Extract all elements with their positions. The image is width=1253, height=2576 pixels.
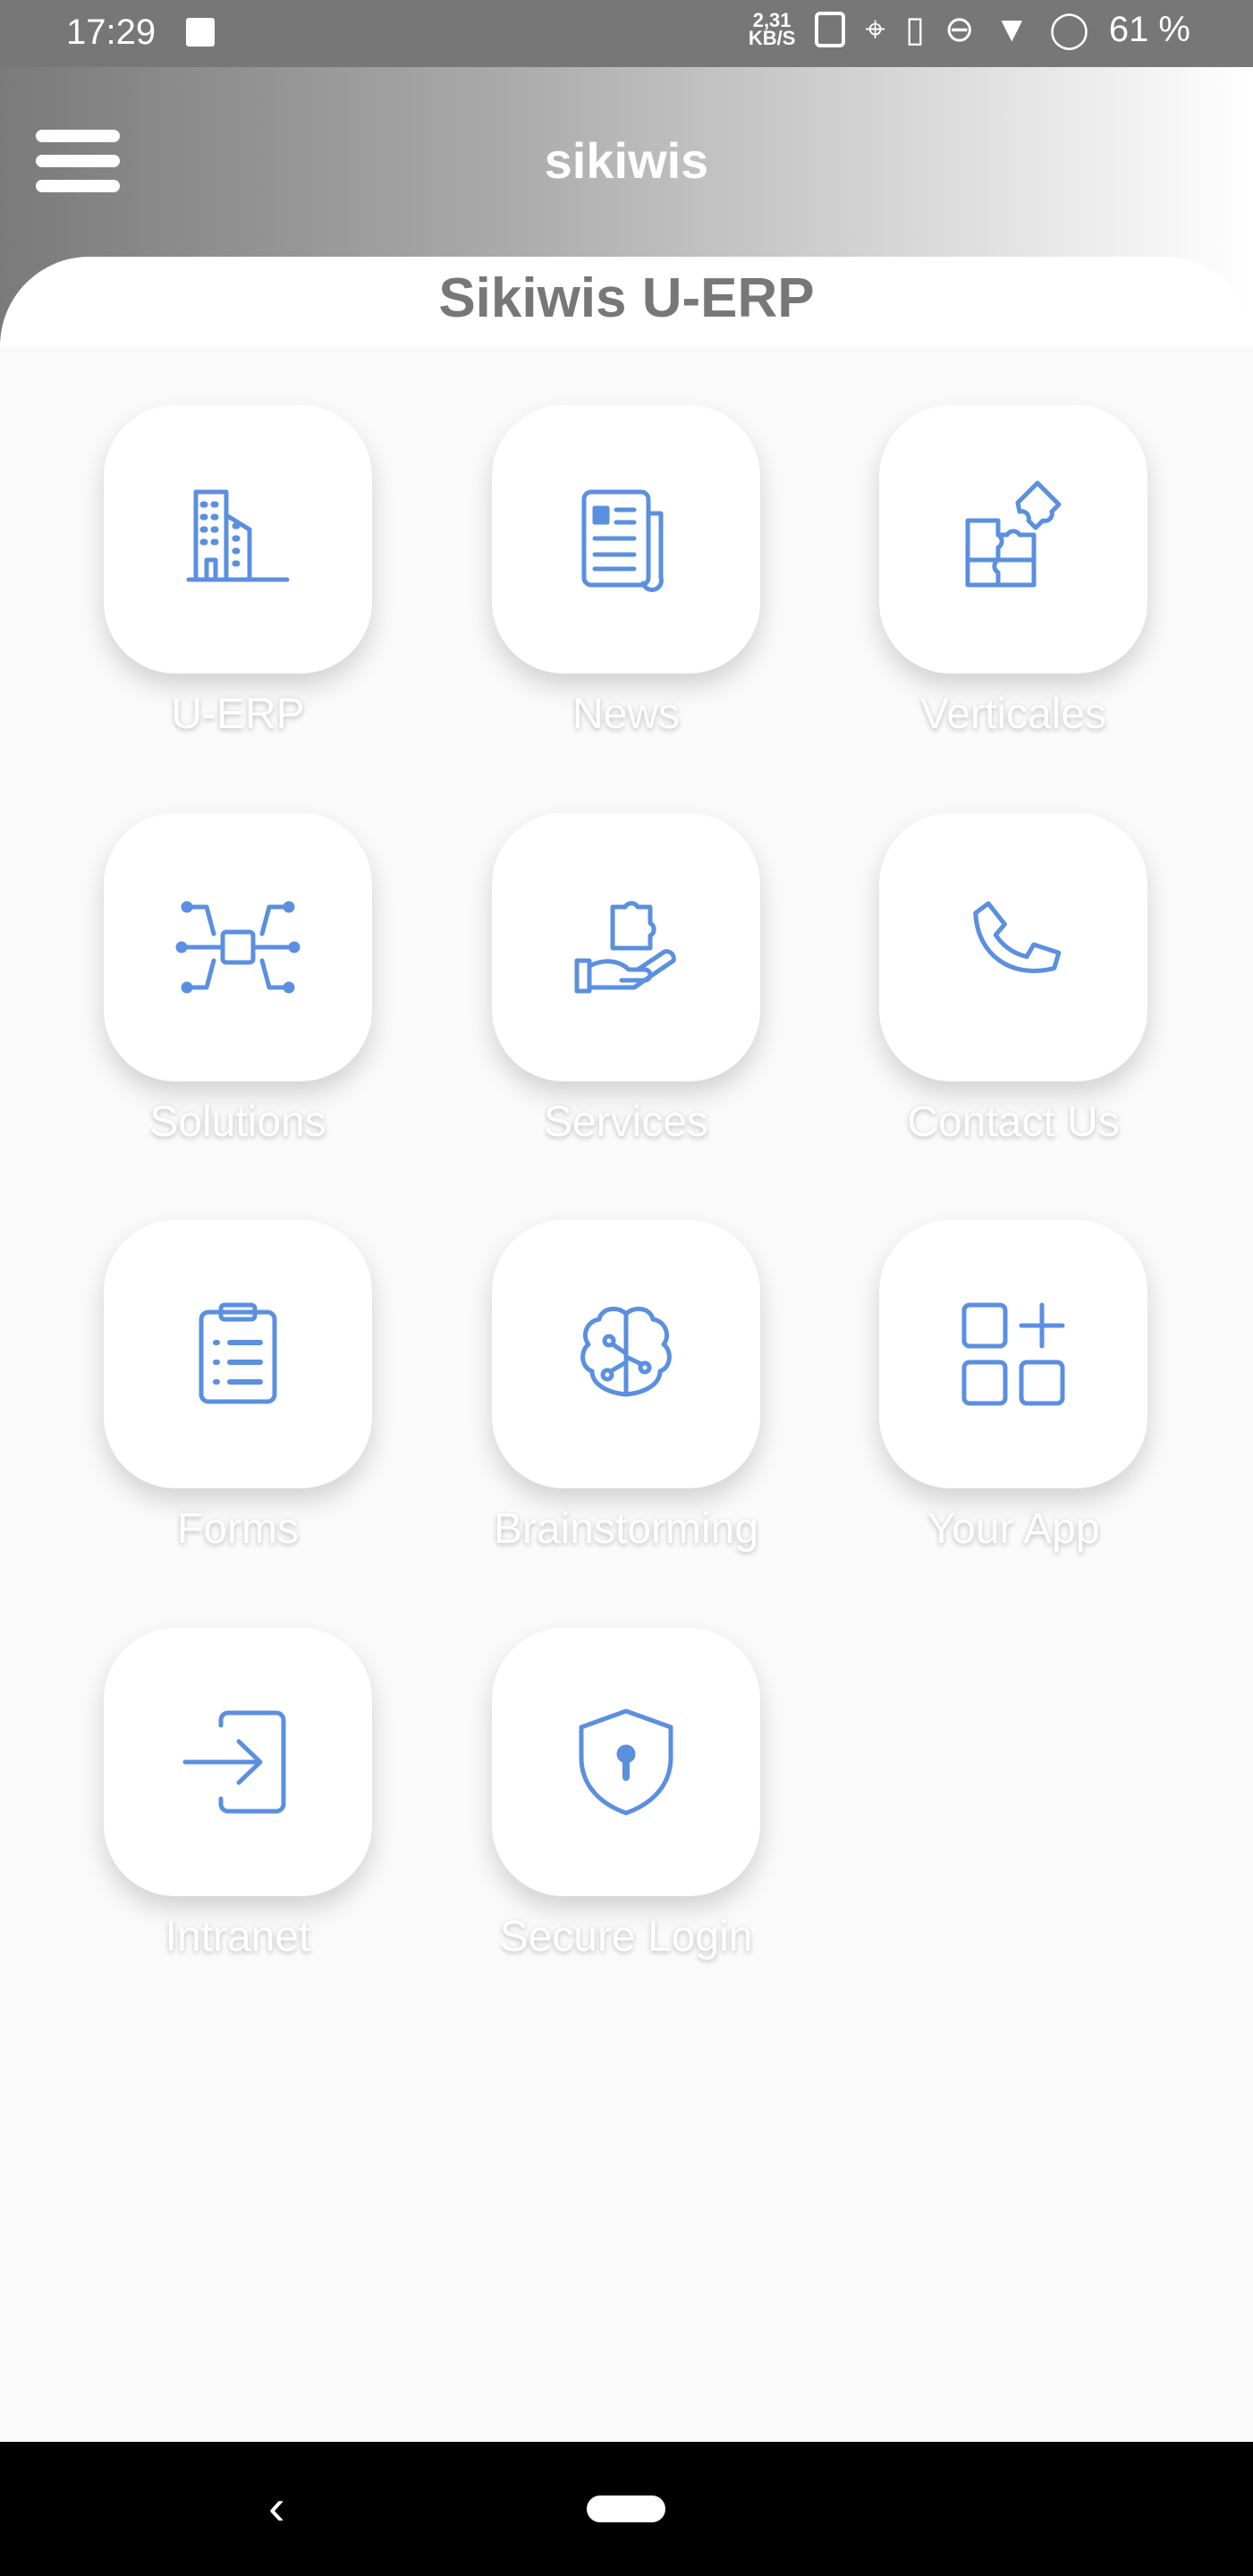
tile-brainstorming[interactable] [492, 1220, 760, 1488]
image-icon [186, 18, 215, 47]
tile-secure-login[interactable] [492, 1628, 760, 1896]
tile-contact-us[interactable] [879, 813, 1147, 1081]
shield-lock-icon [579, 1708, 673, 1816]
newspaper-icon [581, 489, 664, 592]
tile-label[interactable]: Solutions [41, 1097, 435, 1147]
tile-label[interactable]: Brainstorming [429, 1504, 823, 1554]
page-title: Sikiwis U-ERP [438, 267, 815, 329]
brain-icon [580, 1306, 672, 1397]
wifi-icon: ▼ [994, 9, 1030, 49]
tile-label[interactable]: Verticales [817, 690, 1210, 739]
navigation-bar: ‹ [0, 2442, 1253, 2576]
vibrate-icon: ▯ [904, 10, 925, 49]
tile-solutions[interactable] [104, 813, 372, 1081]
apps-add-icon [961, 1302, 1065, 1406]
hand-puzzle-icon [574, 901, 676, 994]
tile-label[interactable]: Services [429, 1097, 823, 1147]
battery-icon: ◯ [1049, 10, 1089, 49]
tile-label[interactable]: Your App [817, 1504, 1210, 1554]
circuit-puzzle-icon [175, 901, 301, 994]
puzzle-icon [965, 480, 1062, 588]
back-button[interactable]: ‹ [268, 2478, 285, 2536]
network-speed: 2,31 KB/S [748, 11, 796, 49]
status-bar: 17:29 2,31 KB/S ⌖ ▯ ⊖ ▼ ◯ 61 % [0, 0, 1253, 67]
speed-unit: KB/S [748, 27, 796, 49]
tile-u-erp[interactable] [104, 405, 372, 674]
location-icon: ⌖ [865, 9, 885, 49]
tile-news[interactable] [492, 405, 760, 674]
app-title: sikiwis [544, 132, 709, 189]
tile-label[interactable]: Contact Us [817, 1097, 1210, 1147]
login-icon [182, 1710, 286, 1814]
tile-your-app[interactable] [879, 1220, 1147, 1488]
tile-verticales[interactable] [879, 405, 1147, 674]
tile-label[interactable]: News [429, 690, 823, 739]
building-icon [186, 489, 290, 582]
tile-label[interactable]: Forms [41, 1504, 435, 1554]
home-button[interactable] [587, 2496, 665, 2522]
phone-icon [973, 901, 1062, 973]
tile-forms[interactable] [104, 1220, 372, 1488]
status-time: 17:29 [66, 13, 157, 52]
tile-label[interactable]: U-ERP [41, 690, 435, 739]
nfc-icon [815, 12, 846, 47]
dnd-icon: ⊖ [944, 10, 975, 49]
tile-label[interactable]: Intranet [41, 1912, 435, 1962]
tile-label[interactable]: Secure Login [429, 1912, 823, 1962]
clipboard-icon [199, 1302, 277, 1404]
tile-intranet[interactable] [104, 1628, 372, 1896]
battery-percent: 61 % [1108, 9, 1190, 49]
tile-services[interactable] [492, 813, 760, 1081]
